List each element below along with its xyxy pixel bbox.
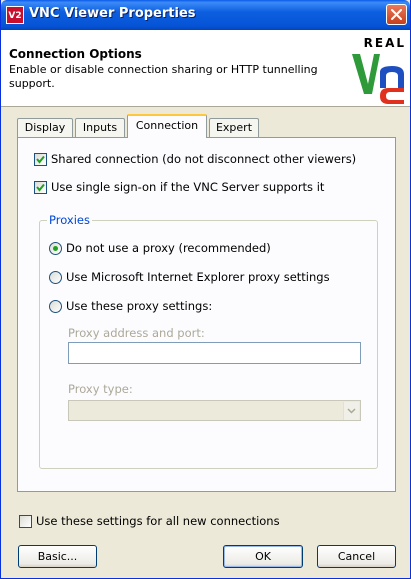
- single-sign-on-label: Use single sign-on if the VNC Server sup…: [51, 180, 325, 194]
- header-title: Connection Options: [9, 47, 142, 61]
- realvnc-logo: REAL: [346, 36, 406, 104]
- proxy-type-label: Proxy type:: [68, 382, 133, 396]
- window-title: VNC Viewer Properties: [29, 6, 196, 21]
- all-connections-label: Use these settings for all new connectio…: [36, 514, 280, 528]
- vnc-app-icon: V2: [6, 6, 24, 24]
- proxy-option-ie[interactable]: Use Microsoft Internet Explorer proxy se…: [49, 270, 330, 284]
- check-mark-icon: [36, 183, 45, 192]
- proxy-option-none[interactable]: Do not use a proxy (recommended): [49, 241, 271, 255]
- proxy-none-radio[interactable]: [49, 241, 62, 255]
- proxy-none-label: Do not use a proxy (recommended): [66, 241, 271, 255]
- shared-connection-checkbox[interactable]: [34, 152, 47, 166]
- connection-tab-panel: Shared connection (do not disconnect oth…: [17, 137, 396, 492]
- proxy-type-select[interactable]: [68, 400, 361, 421]
- tab-inputs[interactable]: Inputs: [75, 118, 125, 137]
- shared-connection-option[interactable]: Shared connection (do not disconnect oth…: [34, 152, 356, 166]
- tab-display[interactable]: Display: [17, 118, 73, 137]
- proxy-address-label: Proxy address and port:: [68, 326, 205, 340]
- all-connections-option[interactable]: Use these settings for all new connectio…: [19, 514, 280, 528]
- all-connections-checkbox[interactable]: [19, 514, 32, 528]
- close-button[interactable]: [386, 4, 407, 25]
- tab-connection[interactable]: Connection: [127, 114, 207, 138]
- dialog-header: Connection Options Enable or disable con…: [1, 30, 410, 107]
- close-icon: [391, 9, 402, 20]
- shared-connection-label: Shared connection (do not disconnect oth…: [51, 152, 357, 166]
- radio-selected-dot: [53, 245, 58, 251]
- vnc-logo-icon: [352, 54, 404, 104]
- proxy-custom-radio[interactable]: [49, 299, 62, 313]
- title-bar[interactable]: V2 VNC Viewer Properties: [1, 0, 410, 30]
- proxies-group: Proxies Do not use a proxy (recommended)…: [39, 213, 378, 469]
- properties-window: V2 VNC Viewer Properties Connection Opti…: [0, 0, 411, 579]
- proxy-option-custom[interactable]: Use these proxy settings:: [49, 299, 212, 313]
- single-sign-on-option[interactable]: Use single sign-on if the VNC Server sup…: [34, 180, 324, 194]
- tab-expert[interactable]: Expert: [209, 118, 259, 137]
- header-description: Enable or disable connection sharing or …: [9, 63, 318, 90]
- proxy-custom-label: Use these proxy settings:: [66, 299, 213, 313]
- proxy-ie-radio[interactable]: [49, 270, 62, 284]
- chevron-down-icon: [347, 408, 356, 414]
- basic-button[interactable]: Basic...: [18, 545, 97, 568]
- proxy-type-dropdown-button[interactable]: [343, 402, 359, 420]
- cancel-button[interactable]: Cancel: [317, 545, 396, 568]
- proxies-group-label: Proxies: [47, 213, 92, 227]
- ok-button[interactable]: OK: [223, 545, 303, 568]
- check-mark-icon: [36, 155, 45, 164]
- proxy-ie-label: Use Microsoft Internet Explorer proxy se…: [66, 270, 330, 284]
- single-sign-on-checkbox[interactable]: [34, 180, 47, 194]
- proxy-address-input[interactable]: [68, 342, 361, 364]
